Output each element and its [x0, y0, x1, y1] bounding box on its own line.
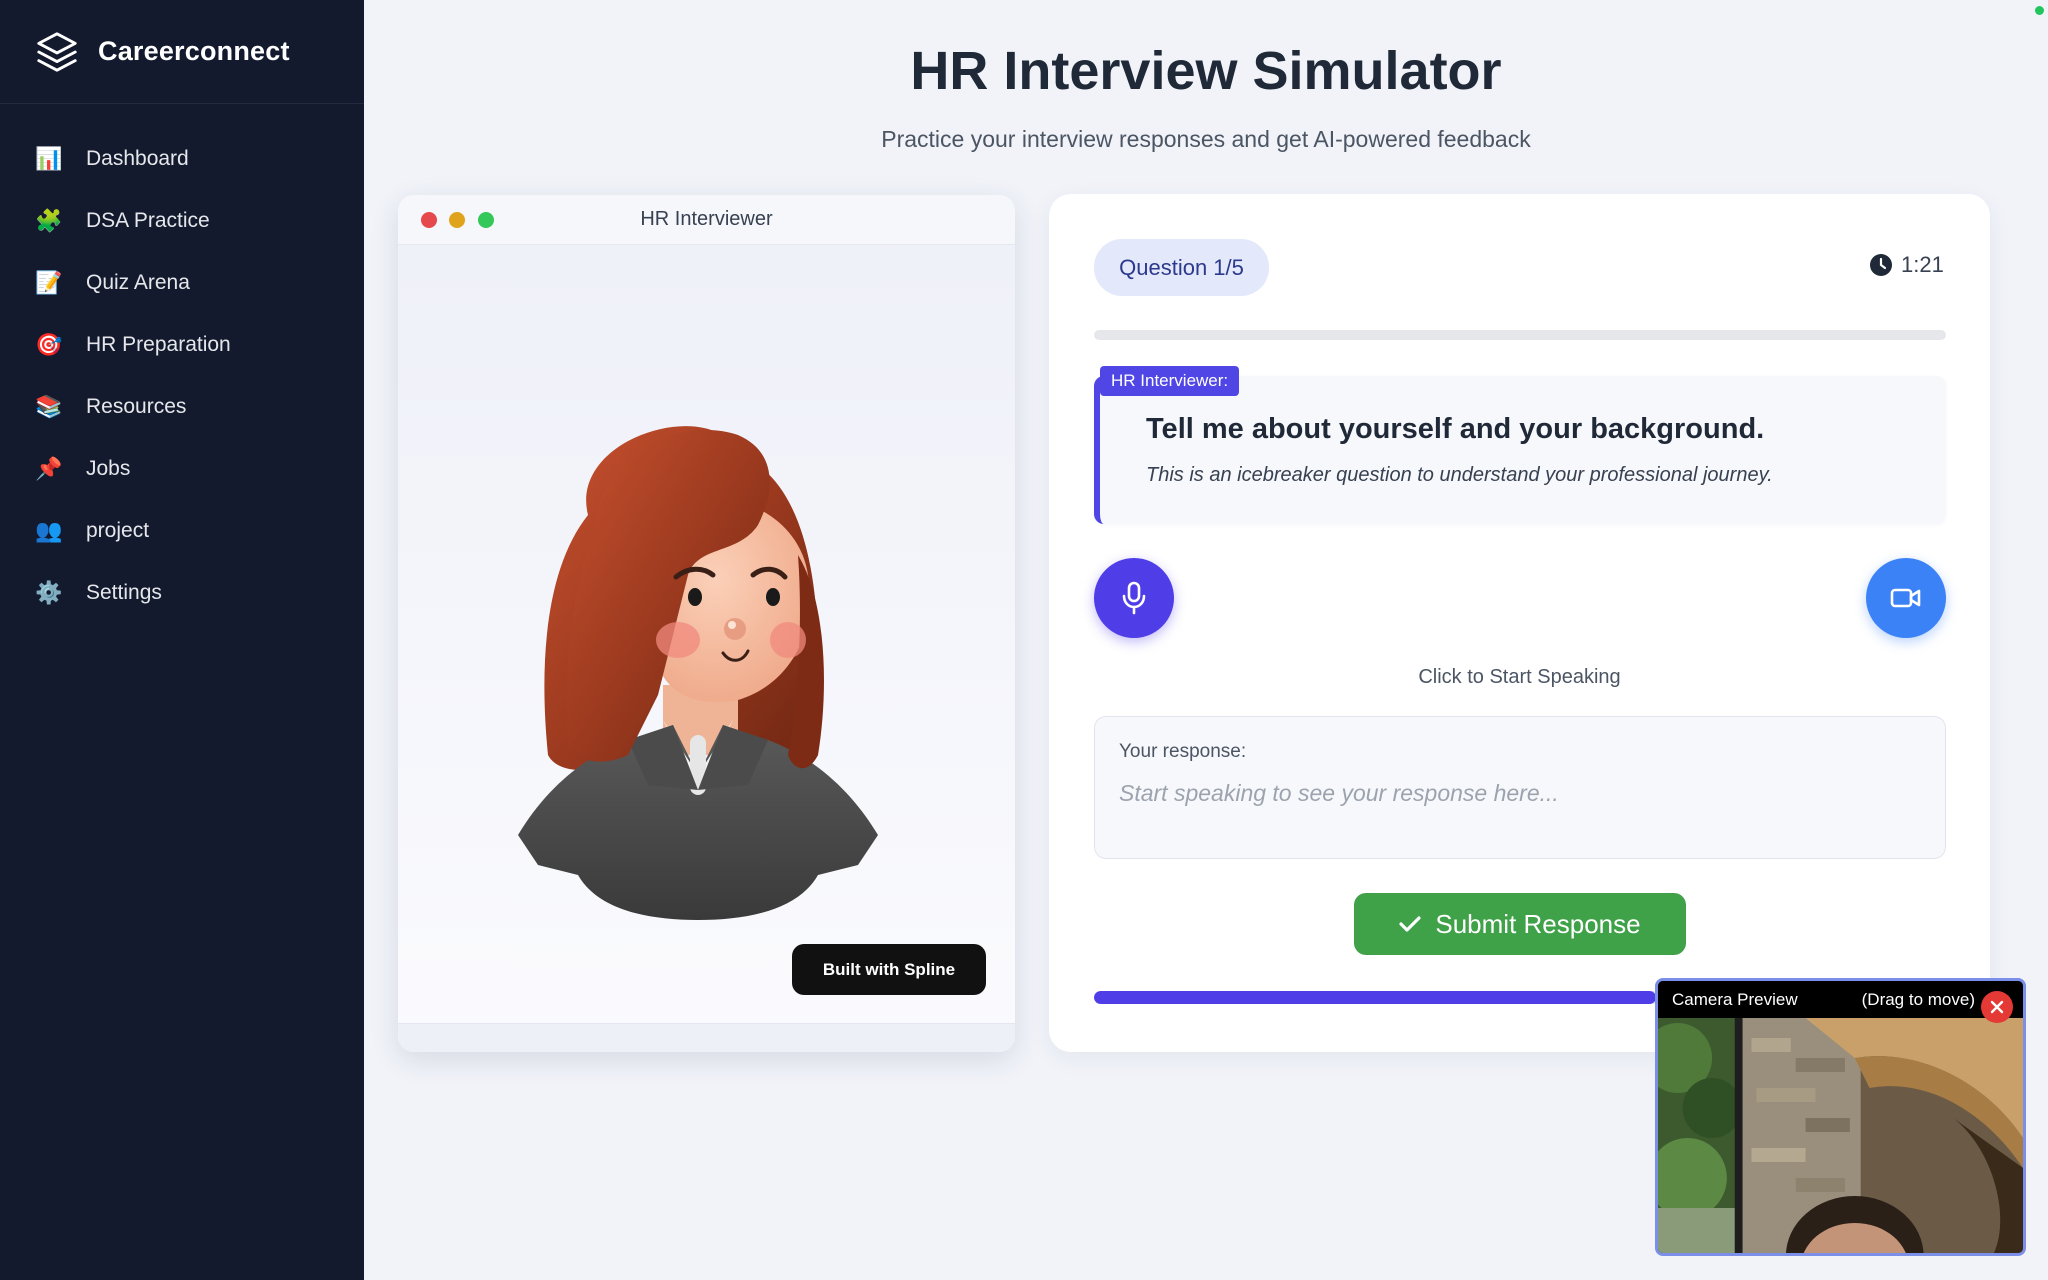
close-camera-button[interactable] [1981, 991, 2013, 1023]
window-close-dot [421, 212, 437, 228]
submit-response-button[interactable]: Submit Response [1354, 893, 1686, 955]
built-with-spline-badge[interactable]: Built with Spline [792, 944, 986, 995]
window-titlebar: HR Interviewer [398, 195, 1015, 245]
puzzle-icon: 🧩 [35, 208, 63, 233]
sidebar-item-quiz-arena[interactable]: 📝 Quiz Arena [0, 252, 364, 314]
sidebar-item-jobs[interactable]: 📌 Jobs [0, 438, 364, 500]
sidebar-item-project[interactable]: 👥 project [0, 500, 364, 562]
window-footer [398, 1023, 1015, 1052]
question-hint: This is an icebreaker question to unders… [1146, 464, 1773, 486]
question-panel: Question 1/5 1:21 HR Interviewer: Tell m… [1049, 194, 1990, 1052]
sidebar-nav: 📊 Dashboard 🧩 DSA Practice 📝 Quiz Arena … [0, 104, 364, 624]
question-text: Tell me about yourself and your backgrou… [1146, 413, 1765, 445]
sidebar-item-dsa-practice[interactable]: 🧩 DSA Practice [0, 190, 364, 252]
question-progress-bar [1094, 330, 1946, 340]
window-maximize-dot [478, 212, 494, 228]
camera-preview[interactable]: Camera Preview (Drag to move) [1655, 978, 2026, 1256]
target-icon: 🎯 [35, 332, 63, 357]
response-box[interactable]: Your response: Start speaking to see you… [1094, 716, 1946, 859]
sidebar-item-label: project [86, 519, 150, 542]
camera-drag-hint: (Drag to move) [1861, 989, 1975, 1009]
question-card: HR Interviewer: Tell me about yourself a… [1094, 366, 1946, 524]
timer: 1:21 [1869, 252, 1944, 278]
books-icon: 📚 [35, 394, 63, 419]
camera-video-feed [1658, 1018, 2023, 1253]
sidebar-item-dashboard[interactable]: 📊 Dashboard [0, 128, 364, 190]
window-minimize-dot [449, 212, 465, 228]
brand[interactable]: Careerconnect [0, 0, 364, 104]
response-placeholder: Start speaking to see your response here… [1119, 780, 1559, 806]
camera-preview-title: Camera Preview [1672, 989, 1798, 1009]
sidebar-item-label: DSA Practice [86, 209, 210, 232]
close-icon [1990, 1000, 2004, 1014]
brand-name: Careerconnect [98, 36, 290, 66]
interview-progress-fill [1094, 991, 1657, 1004]
microphone-button[interactable] [1094, 558, 1174, 638]
memo-icon: 📝 [35, 270, 63, 295]
sidebar-item-label: Resources [86, 395, 187, 418]
layers-logo-icon [37, 31, 77, 72]
bar-chart-icon: 📊 [35, 146, 63, 171]
sidebar: Careerconnect 📊 Dashboard 🧩 DSA Practice… [0, 0, 364, 1280]
pushpin-icon: 📌 [35, 456, 63, 481]
page-title: HR Interview Simulator [910, 41, 1502, 101]
interviewer-window: HR Interviewer Built with Spline [398, 195, 1015, 1052]
microphone-icon [1122, 581, 1146, 615]
camera-preview-header[interactable]: Camera Preview (Drag to move) [1658, 981, 2023, 1018]
interviewer-tag: HR Interviewer: [1100, 366, 1240, 396]
submit-label: Submit Response [1435, 908, 1641, 939]
video-camera-icon [1890, 588, 1921, 608]
sidebar-item-label: HR Preparation [86, 333, 231, 356]
page-subtitle: Practice your interview responses and ge… [881, 126, 1531, 152]
sidebar-item-resources[interactable]: 📚 Resources [0, 376, 364, 438]
camera-toggle-button[interactable] [1866, 558, 1946, 638]
people-icon: 👥 [35, 518, 63, 543]
speak-hint: Click to Start Speaking [1418, 666, 1621, 688]
status-indicator-dot [2035, 6, 2044, 15]
interviewer-avatar[interactable] [498, 395, 898, 925]
gear-icon: ⚙️ [35, 580, 63, 605]
sidebar-item-label: Jobs [86, 457, 131, 480]
sidebar-item-label: Settings [86, 581, 162, 604]
question-counter-badge: Question 1/5 [1094, 239, 1269, 296]
timer-value: 1:21 [1901, 252, 1944, 277]
sidebar-item-hr-preparation[interactable]: 🎯 HR Preparation [0, 314, 364, 376]
sidebar-item-label: Quiz Arena [86, 271, 190, 294]
checkmark-icon [1399, 916, 1421, 932]
sidebar-item-label: Dashboard [86, 147, 189, 170]
sidebar-item-settings[interactable]: ⚙️ Settings [0, 562, 364, 624]
clock-icon [1870, 254, 1892, 276]
response-label: Your response: [1119, 741, 1247, 762]
